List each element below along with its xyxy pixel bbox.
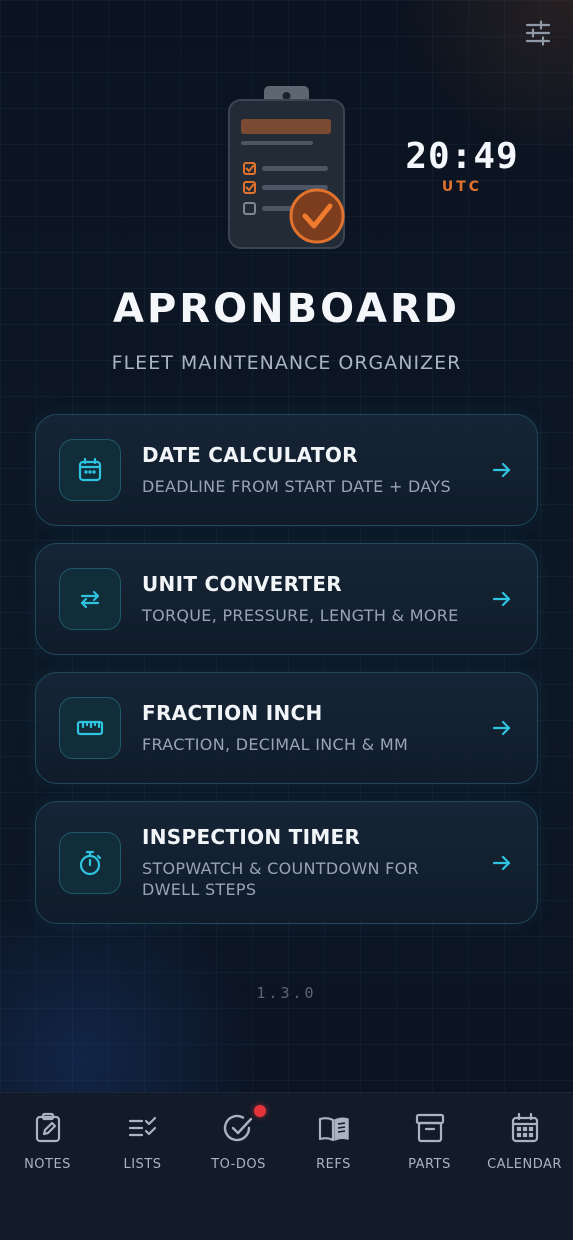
checklist-icon xyxy=(128,1116,156,1137)
clock-timezone: UTC xyxy=(441,179,483,195)
tool-text: UNIT CONVERTER TORQUE, PRESSURE, LENGTH … xyxy=(142,572,477,626)
stopwatch-icon xyxy=(79,850,102,875)
nav-item-todos[interactable]: TO-DOS xyxy=(191,1105,286,1172)
tool-text: DATE CALCULATOR DEADLINE FROM START DATE… xyxy=(142,443,477,497)
tool-icon-box xyxy=(59,439,121,501)
check-circle-icon xyxy=(223,1114,252,1142)
tool-text: FRACTION INCH FRACTION, DECIMAL INCH & M… xyxy=(142,701,477,755)
book-icon xyxy=(318,1117,349,1142)
tool-card-inspection-timer[interactable]: INSPECTION TIMER STOPWATCH & COUNTDOWN F… xyxy=(35,801,538,924)
archive-box-icon xyxy=(415,1113,444,1143)
tool-description: TORQUE, PRESSURE, LENGTH & MORE xyxy=(142,606,459,625)
calendar-icon xyxy=(511,1112,538,1143)
notes-icon xyxy=(35,1112,60,1143)
nav-label: LISTS xyxy=(123,1157,162,1172)
arrow-right-icon xyxy=(492,591,511,607)
arrow-right-icon xyxy=(492,462,511,478)
clipboard-checklist-illustration xyxy=(226,84,352,254)
app-version: 1.3.0 xyxy=(256,984,317,1002)
tool-card-date-calculator[interactable]: DATE CALCULATOR DEADLINE FROM START DATE… xyxy=(35,414,538,526)
tool-title: UNIT CONVERTER xyxy=(142,572,342,596)
settings-button[interactable] xyxy=(521,16,555,50)
ruler-icon xyxy=(76,720,104,736)
tool-card-unit-converter[interactable]: UNIT CONVERTER TORQUE, PRESSURE, LENGTH … xyxy=(35,543,538,655)
arrow-right-icon xyxy=(492,720,511,736)
nav-item-refs[interactable]: REFS xyxy=(286,1111,381,1172)
nav-label: REFS xyxy=(316,1157,351,1172)
clock-time: 20:49 xyxy=(405,136,519,177)
calendar-icon xyxy=(78,457,102,482)
tool-icon-box xyxy=(59,568,121,630)
notification-badge xyxy=(253,1105,266,1117)
tool-icon-box xyxy=(59,831,121,894)
app-title: APRONBOARD xyxy=(113,286,460,332)
nav-label: NOTES xyxy=(24,1157,71,1172)
tool-icon-box xyxy=(59,697,121,759)
swap-arrows-icon xyxy=(80,590,100,609)
app-subtitle: FLEET MAINTENANCE ORGANIZER xyxy=(111,352,462,374)
tool-description: STOPWATCH & COUNTDOWN FOR DWELL STEPS xyxy=(142,859,419,899)
tool-description: FRACTION, DECIMAL INCH & MM xyxy=(142,735,409,754)
nav-item-calendar[interactable]: CALENDAR xyxy=(477,1111,572,1172)
tool-description: DEADLINE FROM START DATE + DAYS xyxy=(142,477,451,496)
utc-clock: 20:49 UTC xyxy=(400,136,524,195)
tools-list: DATE CALCULATOR DEADLINE FROM START DATE… xyxy=(35,414,538,941)
nav-label: TO-DOS xyxy=(211,1157,266,1172)
nav-item-parts[interactable]: PARTS xyxy=(382,1111,477,1172)
tool-card-fraction-inch[interactable]: FRACTION INCH FRACTION, DECIMAL INCH & M… xyxy=(35,672,538,784)
tool-title: INSPECTION TIMER xyxy=(142,825,361,849)
arrow-right-icon xyxy=(492,855,511,870)
sliders-icon xyxy=(525,20,551,46)
tool-text: INSPECTION TIMER STOPWATCH & COUNTDOWN F… xyxy=(142,825,477,900)
nav-label: PARTS xyxy=(408,1157,451,1172)
nav-item-lists[interactable]: LISTS xyxy=(95,1111,190,1172)
tool-title: DATE CALCULATOR xyxy=(142,443,358,467)
bottom-navigation: NOTES LISTS TO-DOS REFS PARTS CALENDAR xyxy=(0,1092,573,1240)
nav-label: CALENDAR xyxy=(487,1157,562,1172)
tool-title: FRACTION INCH xyxy=(142,701,323,725)
nav-item-notes[interactable]: NOTES xyxy=(0,1111,95,1172)
